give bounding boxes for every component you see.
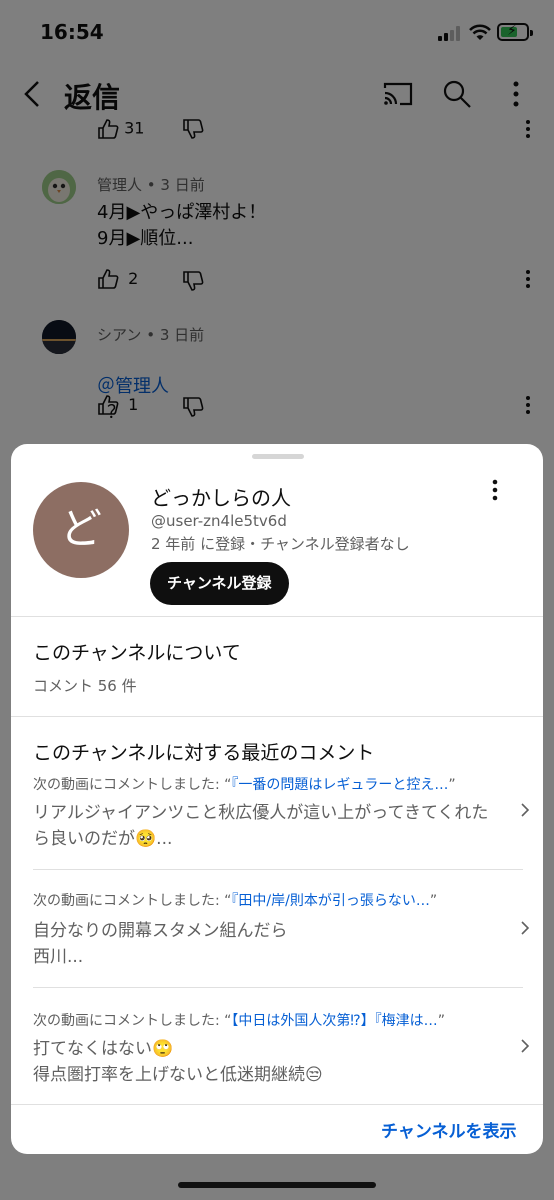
divider (33, 987, 523, 988)
channel-name: どっかしらの人 (151, 486, 291, 510)
recent-comment-text: リアルジャイアンツこと秋広優人が這い上がってきてくれたら良いのだが🥺... (33, 803, 489, 849)
channel-info: 2 年前 に登録・チャンネル登録者なし (151, 535, 410, 553)
divider (33, 869, 523, 870)
recent-comment-text: 打てなくはない🙄 得点圏打率を上げないと低迷期継続😒 (33, 1039, 323, 1085)
divider (11, 1104, 543, 1105)
video-title-link[interactable]: 【中日は外国人次第⁉】『梅津は… (231, 1013, 437, 1029)
recent-comment-item[interactable]: 次の動画にコメントしました: “『一番の問題はレギュラーと控え…” リアルジャイ… (33, 774, 513, 870)
video-title-link[interactable]: 『一番の問題はレギュラーと控え… (231, 777, 448, 793)
more-options-icon[interactable] (487, 478, 503, 502)
chevron-right-icon (521, 1039, 530, 1053)
comment-count: コメント 56 件 (33, 677, 137, 695)
home-indicator[interactable] (178, 1182, 376, 1188)
channel-avatar[interactable]: ど (33, 482, 129, 578)
view-channel-button[interactable]: チャンネルを表示 (381, 1117, 517, 1142)
chevron-right-icon (521, 921, 530, 935)
divider (11, 716, 543, 717)
recent-comment-item[interactable]: 次の動画にコメントしました: “【中日は外国人次第⁉】『梅津は…” 打てなくはな… (33, 1010, 513, 1106)
recent-comment-prefix: 次の動画にコメントしました: “ (33, 1013, 232, 1029)
channel-bottom-sheet: ど どっかしらの人 @user-zn4le5tv6d 2 年前 に登録・チャンネ… (11, 444, 543, 1154)
about-section-title: このチャンネルについて (33, 642, 241, 664)
recent-comment-prefix: 次の動画にコメントしました: “ (33, 893, 232, 909)
quote-close: ” (448, 777, 456, 793)
subscribe-button[interactable]: チャンネル登録 (150, 562, 289, 605)
divider (11, 616, 543, 617)
recent-comments-title: このチャンネルに対する最近のコメント (33, 742, 375, 764)
quote-close: ” (429, 893, 438, 909)
channel-handle: @user-zn4le5tv6d (151, 512, 287, 530)
recent-comment-prefix: 次の動画にコメントしました: “ (33, 777, 232, 793)
quote-close: ” (437, 1013, 445, 1029)
recent-comment-text: 自分なりの開幕スタメン組んだら 西川... (33, 921, 288, 967)
recent-comment-item[interactable]: 次の動画にコメントしました: “『田中/岸/則本が引っ張らない…” 自分なりの開… (33, 890, 513, 986)
video-title-link[interactable]: 『田中/岸/則本が引っ張らない… (231, 893, 429, 909)
drag-handle[interactable] (252, 454, 304, 459)
chevron-right-icon (521, 803, 530, 817)
